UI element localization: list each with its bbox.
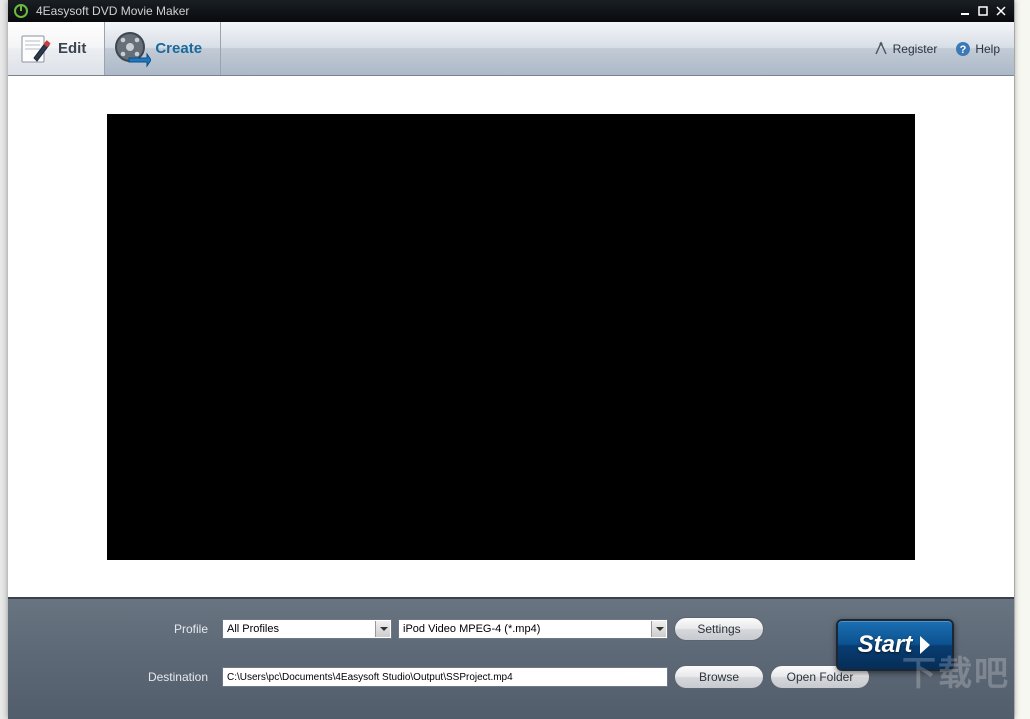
play-icon: [918, 634, 932, 656]
video-preview[interactable]: [107, 114, 915, 560]
create-icon: [113, 30, 151, 68]
help-label: Help: [975, 42, 1000, 56]
toolbar-right: Register ? Help: [873, 22, 1014, 75]
window-title: 4Easysoft DVD Movie Maker: [36, 4, 956, 18]
start-label: Start: [858, 631, 913, 659]
destination-value: C:\Users\pc\Documents\4Easysoft Studio\O…: [227, 672, 513, 683]
window-controls: [956, 3, 1010, 19]
profile-group-value: All Profiles: [227, 623, 279, 635]
help-link[interactable]: ? Help: [955, 41, 1000, 57]
open-folder-label: Open Folder: [787, 670, 854, 684]
profile-group-select[interactable]: All Profiles: [222, 619, 392, 639]
tab-create-label: Create: [155, 40, 202, 57]
profile-format-select[interactable]: iPod Video MPEG-4 (*.mp4): [398, 619, 668, 639]
chevron-down-icon: [380, 627, 388, 631]
register-link[interactable]: Register: [873, 41, 938, 57]
app-logo-icon: [14, 4, 28, 18]
form-area: Profile All Profiles iPod Video MPEG-4 (…: [136, 617, 870, 689]
destination-label: Destination: [136, 670, 216, 684]
browse-label: Browse: [699, 670, 739, 684]
settings-label: Settings: [697, 622, 740, 636]
close-button[interactable]: [992, 3, 1010, 19]
settings-button[interactable]: Settings: [674, 617, 764, 641]
profile-format-value: iPod Video MPEG-4 (*.mp4): [403, 623, 540, 635]
app-window: 4Easysoft DVD Movie Maker: [8, 0, 1014, 719]
profile-label: Profile: [136, 622, 216, 636]
tab-edit[interactable]: Edit: [8, 22, 105, 75]
register-label: Register: [893, 42, 938, 56]
tab-edit-label: Edit: [58, 40, 86, 57]
main-area: [8, 76, 1014, 584]
register-icon: [873, 41, 889, 57]
bottom-panel: Profile All Profiles iPod Video MPEG-4 (…: [8, 597, 1014, 719]
destination-input[interactable]: C:\Users\pc\Documents\4Easysoft Studio\O…: [222, 667, 668, 687]
maximize-button[interactable]: [974, 3, 992, 19]
toolbar: Edit Create Regi: [8, 22, 1014, 76]
tab-create[interactable]: Create: [105, 22, 221, 75]
chevron-down-icon: [656, 627, 664, 631]
titlebar[interactable]: 4Easysoft DVD Movie Maker: [8, 0, 1014, 22]
start-button[interactable]: Start: [836, 619, 954, 671]
edit-icon: [16, 30, 54, 68]
svg-text:?: ?: [960, 44, 967, 56]
help-icon: ?: [955, 41, 971, 57]
background-page-edge: [1014, 0, 1030, 719]
browse-button[interactable]: Browse: [674, 665, 764, 689]
minimize-button[interactable]: [956, 3, 974, 19]
